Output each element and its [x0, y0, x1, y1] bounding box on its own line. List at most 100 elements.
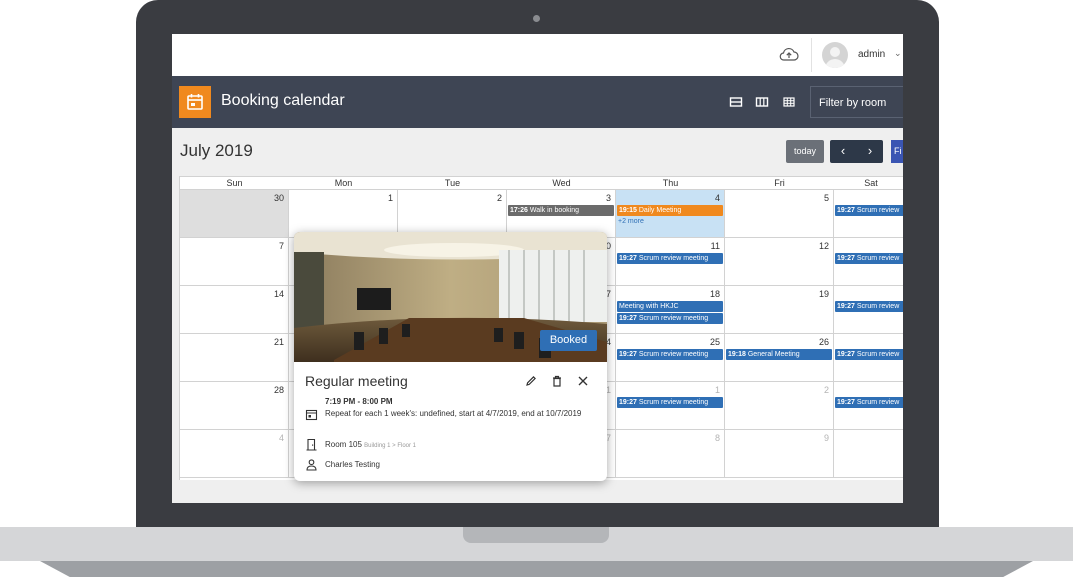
- event-title: Scrum review meeting: [638, 351, 709, 358]
- day-cell[interactable]: 19: [725, 286, 834, 334]
- day-cell[interactable]: 14: [180, 286, 289, 334]
- next-month-button[interactable]: ›: [857, 140, 883, 163]
- day-number: 2: [496, 193, 502, 203]
- room-filter-select[interactable]: Filter by room: [810, 86, 903, 118]
- day-number: 25: [709, 337, 720, 347]
- day-number: 4: [714, 193, 720, 203]
- day-number: 5: [823, 193, 829, 203]
- avatar[interactable]: [822, 42, 848, 68]
- calendar-event[interactable]: 19:27 Scrum review meeting: [617, 313, 723, 324]
- edge-button[interactable]: Fi: [891, 140, 903, 163]
- event-time: 19:27: [837, 207, 855, 214]
- close-icon[interactable]: [576, 374, 590, 388]
- event-time: 19:27: [837, 303, 855, 310]
- username-label[interactable]: admin: [858, 49, 885, 60]
- event-title: Daily Meeting: [638, 207, 682, 214]
- day-cell[interactable]: 19:27 Scrum review: [834, 334, 903, 382]
- cloud-upload-icon[interactable]: [779, 46, 799, 64]
- day-cell[interactable]: 3 17:26 Walk in booking: [507, 190, 616, 238]
- app-title: Booking calendar: [221, 92, 345, 109]
- day-cell[interactable]: 11 19:27 Scrum review meeting: [616, 238, 725, 286]
- popup-person: Charles Testing: [325, 460, 380, 469]
- day-cell[interactable]: 19:27 Scrum review: [834, 382, 903, 430]
- month-view-icon[interactable]: [782, 95, 796, 109]
- event-title: Scrum review: [856, 207, 900, 214]
- day-cell[interactable]: 19:27 Scrum review: [834, 286, 903, 334]
- calendar-event[interactable]: 19:27 Scrum review: [835, 397, 903, 408]
- day-cell[interactable]: 4: [180, 430, 289, 478]
- today-button[interactable]: today: [786, 140, 824, 163]
- day-cell[interactable]: 8: [616, 430, 725, 478]
- event-title: General Meeting: [747, 351, 800, 358]
- day-cell[interactable]: 25 19:27 Scrum review meeting: [616, 334, 725, 382]
- prev-month-button[interactable]: ‹: [830, 140, 856, 163]
- day-number: 1: [714, 385, 720, 395]
- delete-icon[interactable]: [550, 374, 564, 388]
- calendar-event[interactable]: 19:27 Scrum review: [835, 205, 903, 216]
- more-events-link[interactable]: +2 more: [618, 218, 644, 225]
- event-title: Meeting with HKJC: [619, 303, 679, 310]
- day-cell[interactable]: 9: [725, 430, 834, 478]
- camera-dot: [533, 15, 540, 22]
- event-title: Scrum review: [856, 399, 900, 406]
- day-number: 3: [605, 193, 611, 203]
- event-time: 19:27: [837, 351, 855, 358]
- calendar-event[interactable]: 19:18 General Meeting: [726, 349, 832, 360]
- popup-time: 7:19 PM - 8:00 PM: [325, 397, 393, 406]
- day-cell[interactable]: 1: [289, 190, 398, 238]
- calendar-event[interactable]: 19:27 Scrum review meeting: [617, 253, 723, 264]
- day-number: 4: [278, 433, 284, 443]
- day-cell[interactable]: 19:27 Scrum review: [834, 190, 903, 238]
- event-title: Scrum review: [856, 255, 900, 262]
- top-bar: admin ⌄: [172, 34, 903, 76]
- day-view-icon[interactable]: [729, 95, 743, 109]
- day-number: 9: [823, 433, 829, 443]
- day-cell[interactable]: 30: [180, 190, 289, 238]
- header-row: [180, 177, 903, 190]
- event-time: 17:26: [510, 207, 528, 214]
- popup-repeat: Repeat for each 1 week's: undefined, sta…: [325, 409, 582, 418]
- topbar-divider: [811, 38, 812, 72]
- event-title: Scrum review meeting: [638, 255, 709, 262]
- booking-popup: Booked Regular meeting 7:19 PM - 8:00 PM…: [294, 232, 607, 481]
- event-title: Scrum review meeting: [638, 399, 709, 406]
- day-cell[interactable]: 19:27 Scrum review: [834, 238, 903, 286]
- calendar-event[interactable]: 19:27 Scrum review: [835, 253, 903, 264]
- calendar-event[interactable]: 19:27 Scrum review meeting: [617, 397, 723, 408]
- popup-room: Room 105: [325, 440, 362, 449]
- calendar-event[interactable]: 17:26 Walk in booking: [508, 205, 614, 216]
- day-cell[interactable]: 5: [725, 190, 834, 238]
- chevron-down-icon[interactable]: ⌄: [894, 48, 902, 59]
- day-cell[interactable]: 2: [398, 190, 507, 238]
- event-title: Scrum review: [856, 351, 900, 358]
- day-number: 1: [387, 193, 393, 203]
- app-header: Booking calendar Filter by room: [172, 76, 903, 128]
- month-label: July 2019: [180, 141, 253, 160]
- edit-icon[interactable]: [524, 374, 538, 388]
- day-cell[interactable]: 2: [725, 382, 834, 430]
- calendar-icon: [179, 86, 211, 118]
- event-time: 19:18: [728, 351, 746, 358]
- door-icon: [306, 438, 317, 451]
- calendar-event[interactable]: Meeting with HKJC: [617, 301, 723, 312]
- calendar-event[interactable]: 19:15 Daily Meeting: [617, 205, 723, 216]
- day-cell[interactable]: 21: [180, 334, 289, 382]
- day-cell[interactable]: 28: [180, 382, 289, 430]
- popup-title: Regular meeting: [305, 373, 408, 389]
- day-cell[interactable]: 4 19:15 Daily Meeting +2 more: [616, 190, 725, 238]
- month-nav: ‹ ›: [830, 140, 883, 163]
- day-cell[interactable]: 12: [725, 238, 834, 286]
- day-cell[interactable]: 18 Meeting with HKJC 19:27 Scrum review me…: [616, 286, 725, 334]
- calendar-event[interactable]: 19:27 Scrum review: [835, 349, 903, 360]
- event-time: 19:27: [837, 399, 855, 406]
- calendar-event[interactable]: 19:27 Scrum review: [835, 301, 903, 312]
- day-cell[interactable]: [834, 430, 903, 478]
- day-number: 19: [818, 289, 829, 299]
- day-cell[interactable]: 1 19:27 Scrum review meeting: [616, 382, 725, 430]
- day-cell[interactable]: 7: [180, 238, 289, 286]
- event-time: 19:27: [619, 315, 637, 322]
- laptop-foot: [40, 561, 1033, 577]
- week-view-icon[interactable]: [755, 95, 769, 109]
- calendar-event[interactable]: 19:27 Scrum review meeting: [617, 349, 723, 360]
- day-cell[interactable]: 26 19:18 General Meeting: [725, 334, 834, 382]
